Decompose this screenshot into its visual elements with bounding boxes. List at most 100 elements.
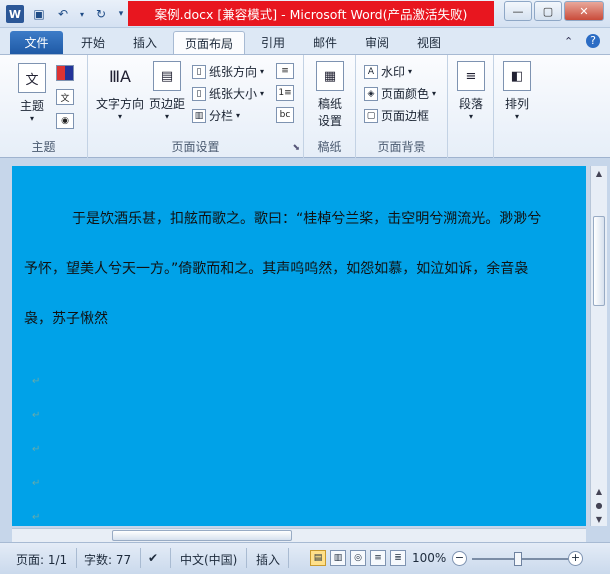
quick-access-toolbar: W ▣ ↶ ▾ ↻ ▾ (6, 5, 126, 23)
text-line-2[interactable]: 予怀，望美人兮天一方。”倚歌而和之。其声呜呜然，如怨如慕，如泣如诉，余音袅 (24, 244, 576, 294)
page-border-button[interactable]: ▢ 页面边框 (364, 107, 429, 124)
draft-settings-button[interactable]: ▦ 稿纸 设置 (312, 61, 348, 129)
draft-view-icon[interactable]: ≣ (390, 550, 406, 566)
paragraph-mark-icon: ↵ (32, 376, 41, 387)
minimize-ribbon-icon[interactable]: ⌃ (564, 35, 573, 48)
page-border-label: 页面边框 (381, 109, 430, 123)
tab-view[interactable]: 视图 (407, 31, 451, 54)
chevron-down-icon: ▾ (408, 67, 413, 76)
chevron-down-icon: ▾ (117, 112, 122, 121)
text-line-3[interactable]: 袅，苏子愀然 (24, 294, 576, 344)
columns-label: 分栏 (209, 109, 234, 123)
dialog-launcher-icon[interactable]: ⬊ (292, 143, 300, 153)
text-line-1[interactable]: 于是饮酒乐甚，扣舷而歌之。歌曰：“桂棹兮兰桨，击空明兮溯流光。渺渺兮 (24, 194, 576, 244)
page-color-icon: ◈ (364, 86, 378, 101)
close-button[interactable]: ✕ (564, 1, 604, 21)
divider (76, 548, 77, 568)
themes-label: 主题 (19, 99, 44, 113)
horizontal-scrollbar[interactable] (12, 528, 586, 542)
proofing-icon[interactable]: ✔ (148, 551, 158, 565)
maximize-button[interactable]: ▢ (534, 1, 562, 21)
tab-home[interactable]: 开始 (70, 31, 116, 54)
draft-label-1: 稿纸 (317, 97, 342, 111)
scroll-up-icon[interactable]: ▲ (591, 166, 607, 180)
title-bar: W ▣ ↶ ▾ ↻ ▾ 案例.docx [兼容模式] - Microsoft W… (0, 0, 610, 28)
watermark-label: 水印 (381, 65, 406, 79)
word-count[interactable]: 字数: 77 (84, 551, 131, 568)
arrange-button[interactable]: ◧ 排列 ▾ (500, 61, 534, 121)
undo-icon[interactable]: ↶ (54, 5, 72, 23)
outline-icon[interactable]: ≡ (370, 550, 386, 566)
tab-page-layout[interactable]: 页面布局 (173, 31, 245, 54)
vertical-scrollbar[interactable]: ▲ ▲ ● ▼ (590, 166, 607, 526)
margins-icon: ▤ (153, 61, 181, 91)
text-direction-label: 文字方向 (95, 97, 144, 111)
zoom-in-button[interactable]: + (568, 551, 583, 566)
paragraph-label: 段落 (458, 97, 483, 111)
chevron-down-icon: ▾ (164, 112, 169, 121)
orientation-label: 纸张方向 (209, 65, 258, 79)
group-page-setup: ⅢA 文字方向 ▾ ▤ 页边距 ▾ ▯ 纸张方向 ▾ ▯ 纸张大小 ▾ ▥ 分栏… (88, 55, 304, 158)
theme-colors-icon[interactable] (56, 65, 74, 81)
tab-insert[interactable]: 插入 (122, 31, 168, 54)
select-browse-object-icon[interactable]: ● (591, 498, 607, 512)
themes-button[interactable]: 文 主题 ▾ (14, 63, 50, 123)
group-page-background: A 水印 ▾ ◈ 页面颜色 ▾ ▢ 页面边框 页面背景 (356, 55, 448, 158)
customize-qat-icon[interactable]: ▾ (116, 5, 126, 23)
orientation-button[interactable]: ▯ 纸张方向 ▾ (192, 63, 264, 80)
help-icon[interactable]: ? (586, 34, 600, 48)
full-screen-reading-icon[interactable]: ▥ (330, 550, 346, 566)
tab-review[interactable]: 审阅 (355, 31, 399, 54)
page-color-label: 页面颜色 (381, 87, 430, 101)
chevron-down-icon: ▾ (260, 67, 265, 76)
previous-page-icon[interactable]: ▲ (591, 484, 607, 498)
columns-button[interactable]: ▥ 分栏 ▾ (192, 107, 240, 124)
size-label: 纸张大小 (209, 87, 258, 101)
text-line-1-content: 于是饮酒乐甚，扣舷而歌之。歌曰：“桂棹兮兰桨，击空明兮溯流光。渺渺兮 (72, 211, 542, 227)
breaks-icon[interactable]: ≡ (276, 63, 294, 79)
chevron-down-icon: ▾ (468, 112, 473, 121)
document-page[interactable]: 于是饮酒乐甚，扣舷而歌之。歌曰：“桂棹兮兰桨，击空明兮溯流光。渺渺兮 予怀，望美… (12, 166, 586, 526)
zoom-out-button[interactable]: − (452, 551, 467, 566)
word-logo-icon[interactable]: W (6, 5, 24, 23)
paragraph-mark-icon: ↵ (32, 512, 41, 523)
size-button[interactable]: ▯ 纸张大小 ▾ (192, 85, 264, 102)
line-numbers-icon[interactable]: 1≡ (276, 85, 294, 101)
zoom-level[interactable]: 100% (412, 551, 446, 565)
web-layout-icon[interactable]: ◎ (350, 550, 366, 566)
watermark-button[interactable]: A 水印 ▾ (364, 63, 412, 80)
margins-button[interactable]: ▤ 页边距 ▾ (148, 61, 186, 121)
horizontal-scroll-thumb[interactable] (112, 530, 292, 541)
vertical-scroll-thumb[interactable] (593, 216, 605, 306)
save-icon[interactable]: ▣ (30, 5, 48, 23)
group-arrange: ◧ 排列 ▾ (494, 55, 540, 158)
theme-effects-icon[interactable]: ◉ (56, 113, 74, 129)
theme-fonts-icon[interactable]: 文 (56, 89, 74, 105)
chevron-down-icon: ▾ (29, 114, 34, 123)
paragraph-icon: ≡ (457, 61, 485, 91)
undo-dropdown-icon[interactable]: ▾ (78, 5, 86, 23)
tab-mailings[interactable]: 邮件 (303, 31, 347, 54)
language[interactable]: 中文(中国) (180, 551, 237, 568)
page-border-icon: ▢ (364, 108, 378, 123)
hyphenation-icon[interactable]: bc (276, 107, 294, 123)
chevron-down-icon: ▾ (260, 89, 265, 98)
minimize-button[interactable]: — (504, 1, 532, 21)
size-icon: ▯ (192, 86, 206, 101)
chevron-down-icon: ▾ (432, 89, 437, 98)
tab-file[interactable]: 文件 (10, 31, 63, 54)
tab-references[interactable]: 引用 (251, 31, 295, 54)
print-layout-icon[interactable]: ▤ (310, 550, 326, 566)
orientation-icon: ▯ (192, 64, 206, 79)
group-theme: 文 主题 ▾ 文 ◉ 主题 (0, 55, 88, 158)
text-direction-button[interactable]: ⅢA 文字方向 ▾ (94, 61, 146, 122)
page-count[interactable]: 页面: 1/1 (16, 551, 67, 568)
group-label-draft: 稿纸 (317, 140, 342, 154)
watermark-icon: A (364, 64, 378, 79)
next-page-icon[interactable]: ▼ (591, 512, 607, 526)
zoom-slider-thumb[interactable] (514, 552, 522, 566)
insert-mode[interactable]: 插入 (256, 551, 280, 568)
page-color-button[interactable]: ◈ 页面颜色 ▾ (364, 85, 436, 102)
paragraph-button[interactable]: ≡ 段落 ▾ (454, 61, 488, 121)
redo-icon[interactable]: ↻ (92, 5, 110, 23)
